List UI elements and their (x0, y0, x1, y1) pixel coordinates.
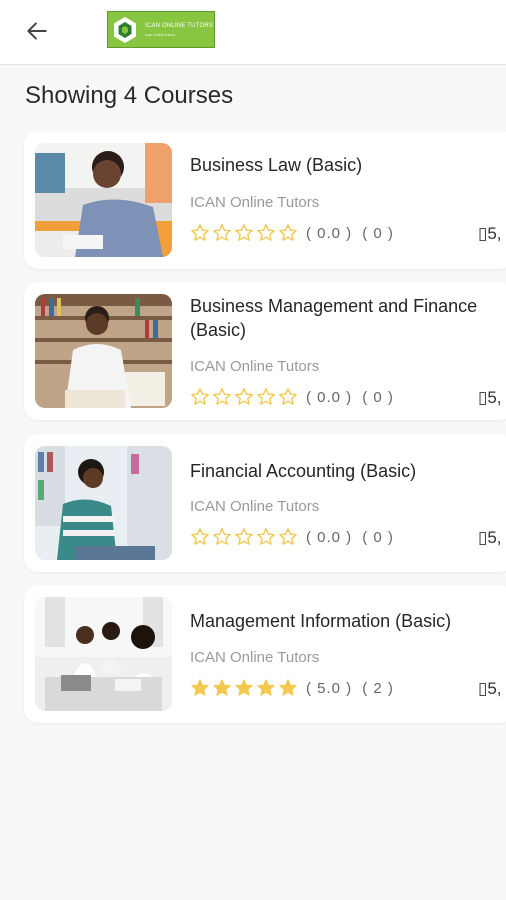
course-tutor: ICAN Online Tutors (190, 649, 320, 666)
course-card[interactable]: Business Management and Finance (Basic) … (24, 282, 506, 420)
star-rating (190, 223, 298, 243)
course-title[interactable]: Financial Accounting (Basic) (190, 459, 506, 483)
star-outline-icon (191, 388, 209, 405)
rating-score: ( 0.0 ) (306, 224, 353, 242)
star-outline-icon (235, 528, 253, 545)
course-card[interactable]: Business Law (Basic) ICAN Online Tutors … (24, 131, 506, 269)
course-price: ▯5, (478, 224, 502, 243)
star-outline-icon (257, 224, 275, 241)
course-thumbnail (35, 294, 172, 408)
rating-score: ( 0.0 ) (306, 528, 353, 546)
rating-count: ( 0 ) (362, 224, 394, 242)
logo-subtext: ican online tutors (145, 31, 176, 37)
star-outline-icon (257, 388, 275, 405)
star-rating (190, 387, 298, 407)
results-heading: Showing 4 Courses (25, 82, 234, 109)
rating-count: ( 0 ) (362, 388, 394, 406)
rating-row: ( 5.0 ) ( 2 ) (190, 678, 394, 698)
arrow-left-icon (27, 22, 47, 40)
course-card[interactable]: Financial Accounting (Basic) ICAN Online… (24, 434, 506, 572)
hexagon-logo-icon (114, 16, 136, 43)
rating-count: ( 2 ) (362, 679, 394, 697)
rating-count: ( 0 ) (362, 528, 394, 546)
star-outline-icon (191, 528, 209, 545)
back-button[interactable] (20, 14, 54, 48)
star-outline-icon (213, 224, 231, 241)
course-price: ▯5, (478, 388, 502, 407)
star-outline-icon (213, 528, 231, 545)
star-filled-icon (257, 679, 275, 696)
course-price: ▯5, (478, 679, 502, 698)
star-outline-icon (279, 224, 297, 241)
star-outline-icon (279, 528, 297, 545)
rating-score: ( 5.0 ) (306, 679, 353, 697)
star-outline-icon (191, 224, 209, 241)
star-outline-icon (213, 388, 231, 405)
star-outline-icon (235, 224, 253, 241)
rating-row: ( 0.0 ) ( 0 ) (190, 527, 394, 547)
rating-score: ( 0.0 ) (306, 388, 353, 406)
course-title[interactable]: Management Information (Basic) (190, 609, 506, 633)
course-card[interactable]: Management Information (Basic) ICAN Onli… (24, 585, 506, 723)
course-title[interactable]: Business Law (Basic) (190, 153, 506, 177)
course-thumbnail (35, 446, 172, 560)
course-title[interactable]: Business Management and Finance (Basic) (190, 294, 506, 342)
star-filled-icon (235, 679, 253, 696)
rating-row: ( 0.0 ) ( 0 ) (190, 223, 394, 243)
course-tutor: ICAN Online Tutors (190, 358, 320, 375)
star-filled-icon (191, 679, 209, 696)
logo-text: ICAN ONLINE TUTORS (145, 22, 214, 29)
course-thumbnail (35, 597, 172, 711)
star-filled-icon (213, 679, 231, 696)
course-tutor: ICAN Online Tutors (190, 194, 320, 211)
brand-logo[interactable]: ICAN ONLINE TUTORS ican online tutors (107, 11, 215, 48)
star-filled-icon (279, 679, 297, 696)
course-tutor: ICAN Online Tutors (190, 498, 320, 515)
star-outline-icon (257, 528, 275, 545)
app-bar: ICAN ONLINE TUTORS ican online tutors (0, 0, 506, 65)
course-thumbnail (35, 143, 172, 257)
course-price: ▯5, (478, 528, 502, 547)
rating-row: ( 0.0 ) ( 0 ) (190, 387, 394, 407)
star-rating (190, 527, 298, 547)
star-outline-icon (235, 388, 253, 405)
star-outline-icon (279, 388, 297, 405)
star-rating (190, 678, 298, 698)
